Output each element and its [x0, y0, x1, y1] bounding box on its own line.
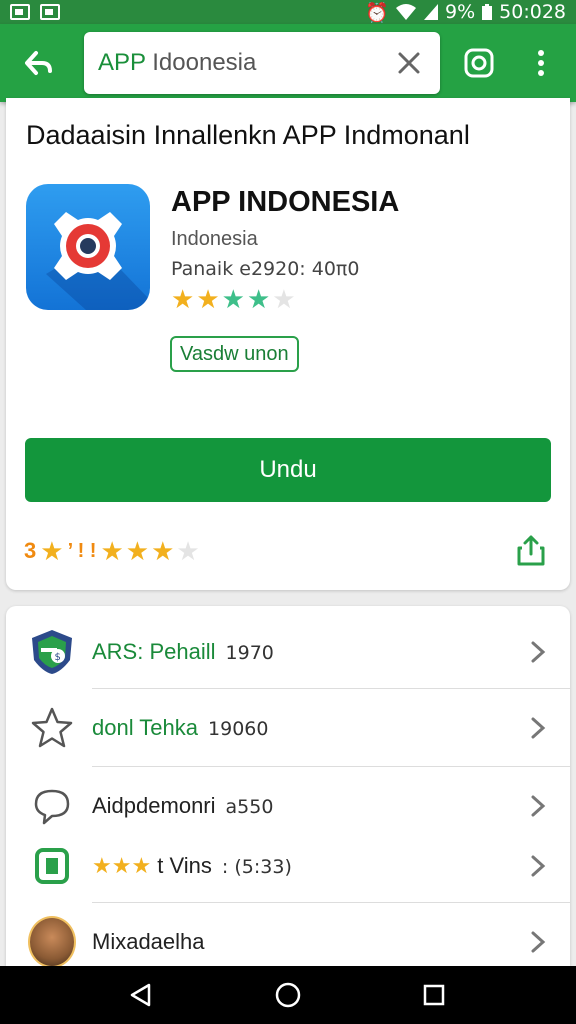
back-arrow-icon — [25, 51, 52, 75]
chevron-right-icon — [526, 792, 550, 820]
clear-icon — [398, 52, 420, 74]
nav-home-icon — [275, 982, 301, 1008]
star-icon: ★ — [246, 284, 271, 314]
list-item-title: ARS: Pehaill — [92, 639, 216, 664]
chevron-right-icon — [526, 928, 550, 956]
status-bar: ⏰ 9% 50:028 — [0, 0, 576, 24]
search-query: APP Idoonesia — [98, 49, 392, 77]
app-rating-stars: ★ ★ ★ ★ ★ — [171, 286, 296, 312]
clock: 50:028 — [499, 1, 566, 23]
list-item-label: ★★★ t Vins : (5:33) — [92, 853, 292, 879]
chat-bubble-icon — [28, 782, 76, 830]
star-icon: ★ — [125, 536, 150, 566]
nav-recents-icon — [423, 984, 445, 1006]
nav-recents-button[interactable] — [417, 978, 451, 1012]
divider — [92, 902, 570, 903]
nav-home-button[interactable] — [271, 978, 305, 1012]
star-empty-icon: ★ — [176, 536, 200, 566]
app-icon — [26, 184, 150, 310]
status-right: ⏰ 9% 50:028 — [365, 1, 566, 24]
signal-icon — [424, 4, 438, 20]
chevron-right-icon — [526, 714, 550, 742]
back-button[interactable] — [16, 40, 62, 86]
search-query-rest: Idoonesia — [145, 49, 257, 76]
nav-back-button[interactable] — [124, 978, 158, 1012]
divider — [92, 766, 570, 767]
alarm-icon: ⏰ — [365, 1, 389, 24]
shield-icon: $ — [28, 628, 76, 676]
camera-button[interactable] — [458, 42, 500, 84]
image-notification-icon — [40, 4, 60, 20]
app-developer[interactable]: Indonesia — [171, 228, 258, 251]
star-icon: ★ — [40, 536, 64, 566]
app-name: APP INDONESIA — [171, 186, 400, 218]
star-outline-icon — [28, 704, 76, 752]
star-icon: ★ — [221, 284, 245, 314]
list-item-label: Mixadaelha — [92, 929, 205, 955]
rating-separator: ’ ! ! — [67, 539, 97, 562]
camera-icon — [464, 48, 494, 78]
list-item-value: : (5:33) — [221, 856, 292, 878]
list-item-label: ARS: Pehaill 1970 — [92, 639, 274, 665]
list-item-title: Aidpdemonri — [92, 793, 216, 818]
tag-chip[interactable]: Vasdw unon — [170, 336, 299, 372]
star-icon: ★ — [171, 284, 195, 314]
list-item-value: 1970 — [225, 642, 274, 664]
chevron-right-icon — [526, 852, 550, 880]
clear-search-button[interactable] — [392, 46, 426, 80]
status-left-icons — [10, 4, 60, 20]
list-item-label: donl Tehka 19060 — [92, 715, 268, 741]
share-button[interactable] — [514, 532, 548, 568]
wifi-icon — [396, 4, 416, 20]
app-detail-card: Dadaaisin Innallenkn APP Indmonanl APP I… — [6, 98, 570, 590]
list-item-title: t Vins — [157, 853, 212, 878]
list-item-stars: ★★★ — [92, 853, 152, 878]
install-button[interactable]: Undu — [25, 438, 551, 502]
search-query-brand: APP — [98, 49, 146, 76]
app-bar: APP Idoonesia — [0, 24, 576, 102]
nav-back-icon — [130, 983, 151, 1007]
battery-percent: 9% — [445, 1, 476, 23]
search-input[interactable]: APP Idoonesia — [84, 32, 440, 94]
divider — [92, 688, 570, 689]
share-icon — [517, 535, 545, 566]
more-options-button[interactable] — [526, 42, 556, 84]
chevron-right-icon — [526, 638, 550, 666]
list-item-title: donl Tehka — [92, 715, 199, 740]
list-item-value: a550 — [225, 796, 274, 818]
avatar — [28, 916, 76, 966]
list-item[interactable]: ★★★ t Vins : (5:33) — [6, 828, 570, 904]
system-nav-bar — [0, 966, 576, 1024]
app-logo-icon — [46, 212, 150, 310]
list-item-title: Mixadaelha — [92, 929, 205, 954]
notification-icon — [10, 4, 30, 20]
promo-title: Dadaaisin Innallenkn APP Indmonanl — [26, 120, 470, 150]
list-item[interactable]: $ ARS: Pehaill 1970 — [6, 614, 570, 690]
list-item[interactable]: Mixadaelha — [6, 904, 570, 966]
list-item-value: 19060 — [208, 718, 269, 740]
avatar-image — [28, 916, 76, 966]
more-vertical-icon — [538, 50, 544, 76]
svg-text:$: $ — [55, 652, 61, 663]
list-item[interactable]: donl Tehka 19060 — [6, 690, 570, 766]
star-icon: ★ — [196, 284, 220, 314]
star-empty-icon: ★ — [272, 284, 296, 314]
rating-number: 3 — [24, 538, 37, 563]
star-icon: ★ — [100, 536, 124, 566]
app-meta: Panaik e2920: 40π0 — [171, 258, 360, 280]
trash-icon — [28, 842, 76, 890]
battery-icon — [482, 4, 493, 20]
info-list: $ ARS: Pehaill 1970 donl Tehka 19060 Aidpd… — [6, 606, 570, 966]
list-item-label: Aidpdemonri a550 — [92, 793, 273, 819]
star-icon: ★ — [151, 536, 175, 566]
rating-summary: 3 ★ ’ ! ! ★ ★ ★ ★ — [24, 538, 200, 564]
